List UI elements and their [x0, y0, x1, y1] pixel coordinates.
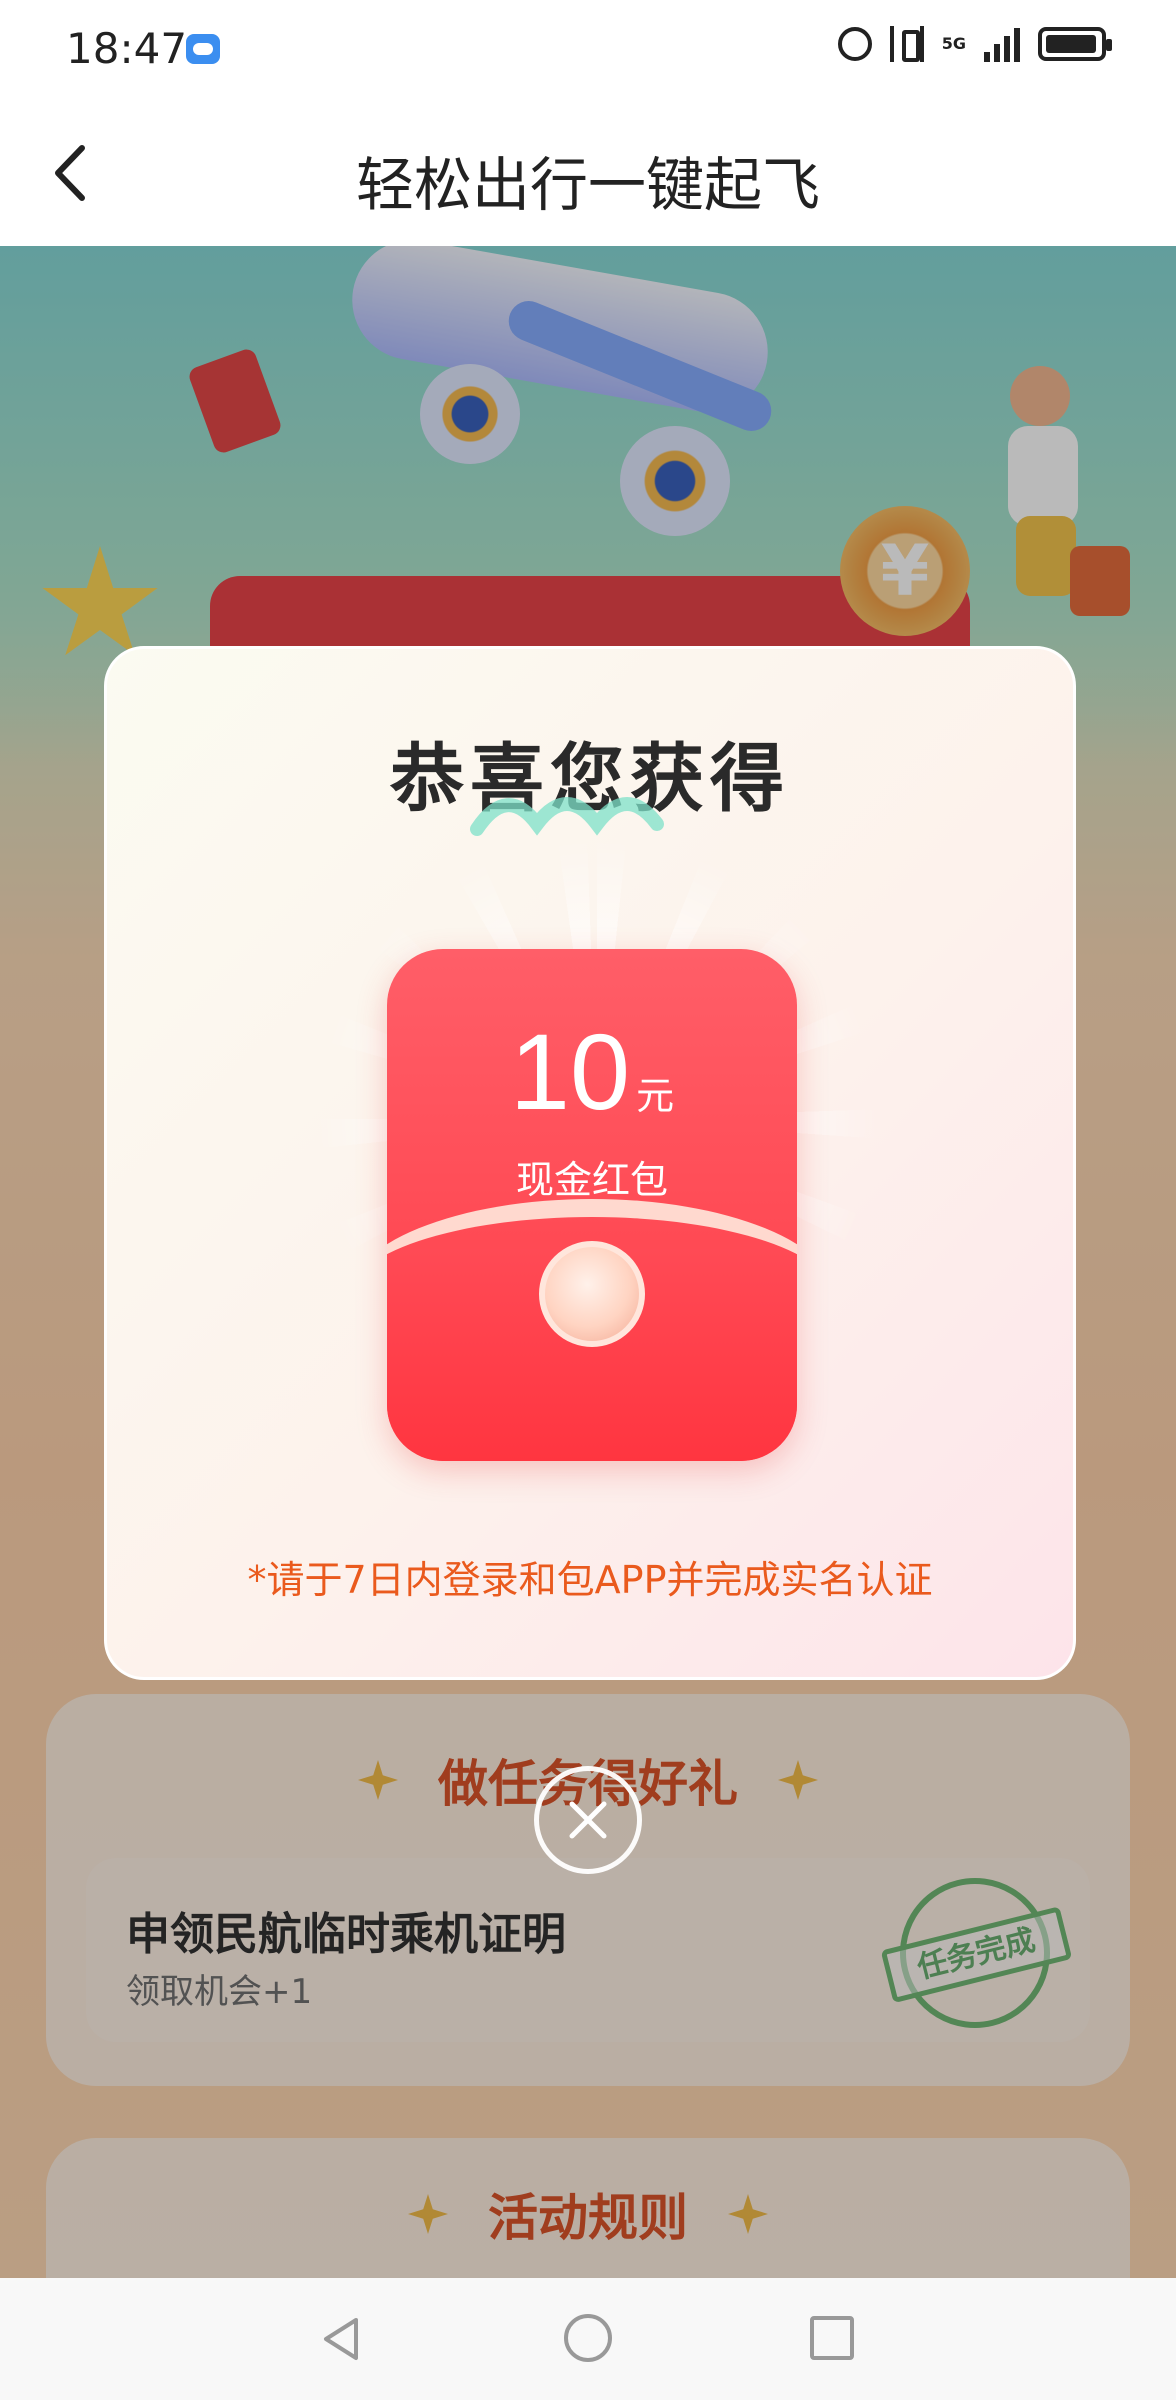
reward-note: *请于7日内登录和包APP并完成实名认证 — [247, 1558, 933, 1602]
reward-amount-value: 10 — [509, 1011, 631, 1132]
close-icon — [569, 1801, 607, 1839]
reward-modal: 恭喜您获得 10 元 现金红包 *请于7日内登录和包APP并完成实名认证 — [104, 646, 1076, 1680]
home-circle-icon[interactable] — [564, 2314, 612, 2362]
reward-amount-unit: 元 — [636, 1074, 675, 1118]
title-underline-decoration — [470, 797, 664, 836]
system-nav-bar — [0, 2278, 1176, 2400]
status-bar: 18:47 5G — [0, 0, 1176, 100]
signal-icon — [984, 26, 1020, 62]
envelope-seal — [539, 1241, 645, 1347]
recents-square-icon[interactable] — [810, 2316, 854, 2360]
back-triangle-icon[interactable] — [316, 2314, 366, 2364]
nav-bar: 轻松出行一键起飞 — [0, 100, 1176, 246]
battery-icon — [1038, 27, 1112, 61]
vibrate-icon — [889, 26, 924, 62]
red-envelope: 10 元 现金红包 — [387, 949, 797, 1461]
alarm-icon — [837, 27, 872, 61]
status-icons: 5G — [837, 26, 1112, 62]
cloud-icon — [186, 34, 220, 64]
reward-amount: 10 元 — [387, 1009, 797, 1134]
reward-label: 现金红包 — [515, 1158, 668, 1202]
page-title: 轻松出行一键起飞 — [355, 151, 820, 219]
close-button[interactable] — [534, 1766, 642, 1874]
network-type: 5G — [941, 34, 966, 53]
status-time: 18:47 — [66, 24, 188, 73]
